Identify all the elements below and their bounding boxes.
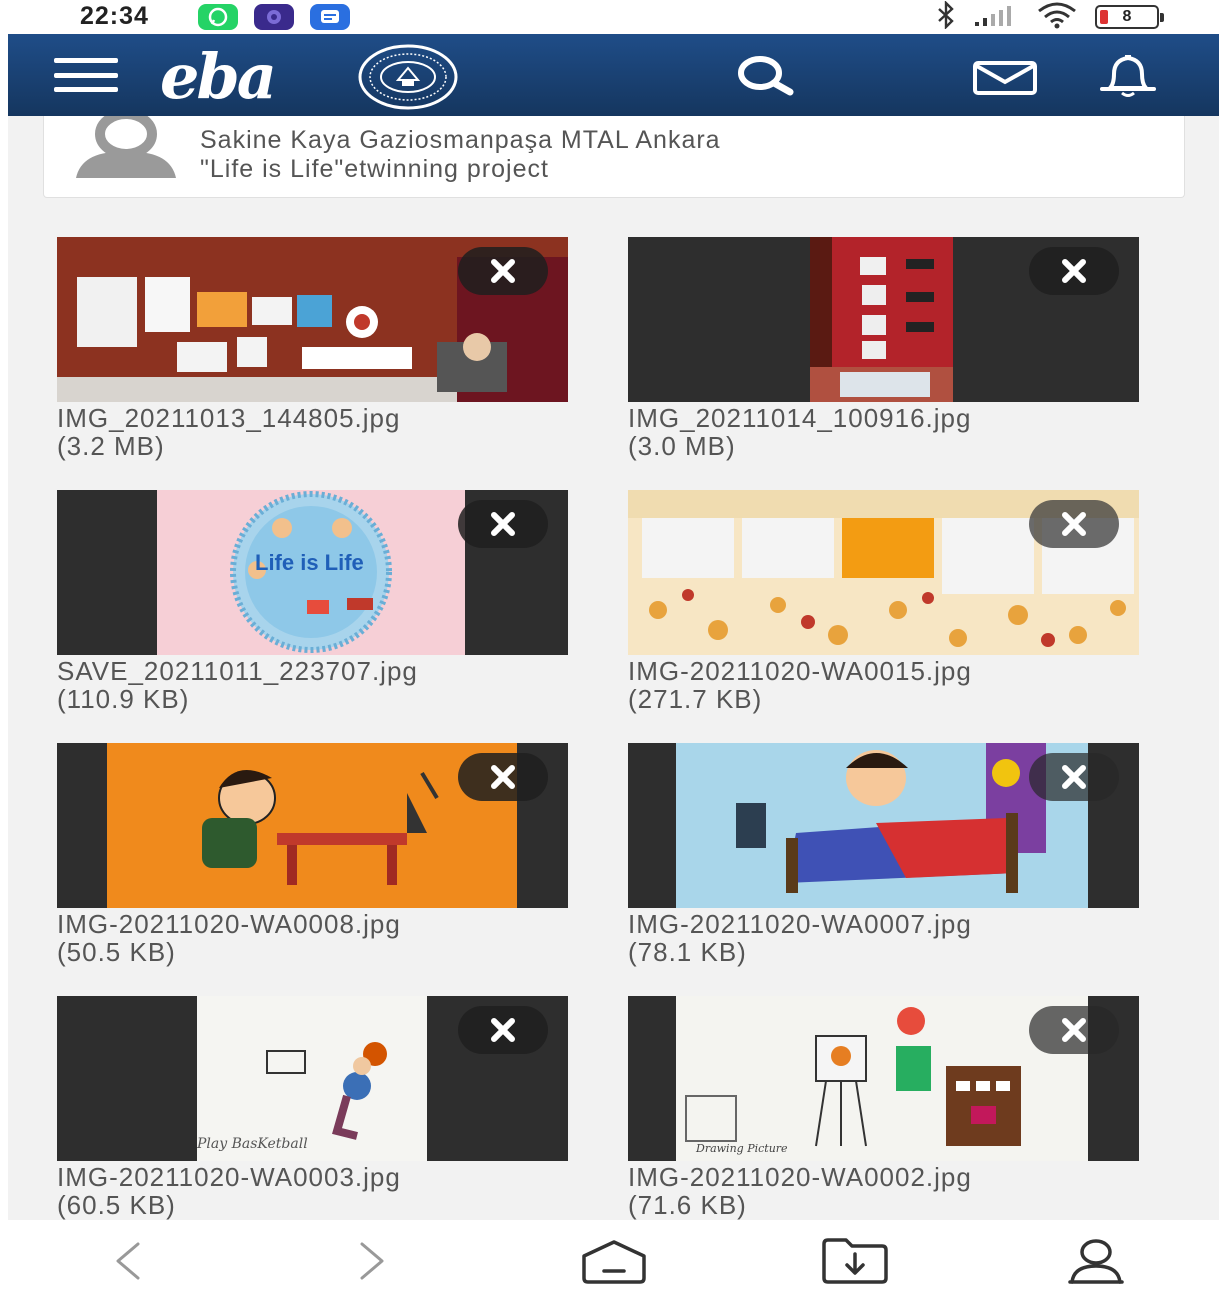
attachment-thumbnail[interactable] — [628, 490, 1139, 655]
status-bar: 22:34 8 — [0, 0, 1219, 34]
search-icon[interactable] — [734, 54, 796, 101]
close-icon — [491, 259, 515, 283]
close-icon — [491, 765, 515, 789]
remove-attachment-button[interactable] — [458, 753, 548, 801]
close-icon — [1062, 765, 1086, 789]
wifi-icon — [1035, 1, 1079, 34]
attachment-filename: IMG-20211020-WA0002.jpg — [628, 1162, 972, 1192]
profile-icon[interactable] — [1066, 1238, 1126, 1289]
attachment-size: (71.6 KB) — [628, 1190, 747, 1220]
attachment-tile[interactable]: IMG-20211020-WA0015.jpg (271.7 KB) — [628, 490, 1139, 713]
remove-attachment-button[interactable] — [1029, 247, 1119, 295]
avatar[interactable] — [72, 116, 180, 180]
whatsapp-icon — [198, 4, 238, 30]
eba-logo[interactable]: eba — [160, 40, 277, 113]
attachment-thumbnail[interactable]: Drawing Picture — [628, 996, 1139, 1161]
post-author-line: Sakine Kaya Gaziosmanpaşa MTAL Ankara — [200, 126, 721, 154]
downloads-icon[interactable] — [820, 1238, 890, 1289]
thumbnail-caption: Life is Life — [255, 550, 364, 575]
attachment-thumbnail[interactable]: Life is Life — [57, 490, 568, 655]
attachment-tile[interactable]: IMG-20211020-WA0008.jpg (50.5 KB) — [57, 743, 568, 966]
remove-attachment-button[interactable] — [458, 1006, 548, 1054]
close-icon — [1062, 1018, 1086, 1042]
close-icon — [1062, 259, 1086, 283]
attachment-thumbnail[interactable] — [628, 743, 1139, 908]
remove-attachment-button[interactable] — [1029, 753, 1119, 801]
thumbnail-caption: Drawing Picture — [696, 1142, 788, 1155]
attachment-thumbnail[interactable] — [57, 237, 568, 402]
attachment-size: (271.7 KB) — [628, 684, 763, 714]
attachment-size: (60.5 KB) — [57, 1190, 176, 1220]
mail-icon[interactable] — [972, 60, 1038, 101]
signal-icon — [973, 3, 1019, 32]
remove-attachment-button[interactable] — [458, 247, 548, 295]
attachment-size: (110.9 KB) — [57, 684, 190, 714]
remove-attachment-button[interactable] — [458, 500, 548, 548]
status-time: 22:34 — [80, 2, 149, 30]
app-header: eba — [8, 34, 1219, 116]
attachment-tile[interactable]: IMG_20211013_144805.jpg (3.2 MB) — [57, 237, 568, 460]
menu-icon[interactable] — [54, 58, 118, 92]
back-icon[interactable] — [108, 1238, 148, 1289]
bell-icon[interactable] — [1098, 52, 1158, 103]
attachment-filename: IMG_20211013_144805.jpg — [57, 403, 401, 433]
attachment-tile[interactable]: IMG_20211014_100916.jpg (3.0 MB) — [628, 237, 1139, 460]
app-icon — [254, 4, 294, 30]
bluetooth-icon — [935, 0, 957, 34]
forward-icon[interactable] — [352, 1238, 392, 1289]
attachment-filename: SAVE_20211011_223707.jpg — [57, 656, 418, 686]
attachment-size: (3.0 MB) — [628, 431, 736, 461]
attachment-tile[interactable]: Drawing Picture IMG-20211020-WA0002.jpg … — [628, 996, 1139, 1219]
browser-bottom-nav — [0, 1220, 1219, 1304]
remove-attachment-button[interactable] — [1029, 1006, 1119, 1054]
close-icon — [491, 1018, 515, 1042]
remove-attachment-button[interactable] — [1029, 500, 1119, 548]
attachment-tile[interactable]: IMG-20211020-WA0007.jpg (78.1 KB) — [628, 743, 1139, 966]
ministry-seal-icon — [358, 44, 458, 110]
attachment-filename: IMG-20211020-WA0003.jpg — [57, 1162, 401, 1192]
attachment-filename: IMG_20211014_100916.jpg — [628, 403, 972, 433]
close-icon — [491, 512, 515, 536]
battery-icon: 8 — [1095, 5, 1164, 29]
attachment-thumbnail[interactable] — [628, 237, 1139, 402]
attachment-tile[interactable]: Life is Life SAVE_20211011_223707.jpg (1… — [57, 490, 568, 713]
attachment-filename: IMG-20211020-WA0007.jpg — [628, 909, 972, 939]
close-icon — [1062, 512, 1086, 536]
attachment-tile[interactable]: Play BasKetball IMG-20211020-WA0003.jpg … — [57, 996, 568, 1219]
messages-icon — [310, 4, 350, 30]
attachment-size: (78.1 KB) — [628, 937, 747, 967]
attachment-thumbnail[interactable]: Play BasKetball — [57, 996, 568, 1161]
attachment-filename: IMG-20211020-WA0015.jpg — [628, 656, 972, 686]
thumbnail-caption: Play BasKetball — [197, 1136, 308, 1152]
attachment-size: (3.2 MB) — [57, 431, 165, 461]
attachment-size: (50.5 KB) — [57, 937, 176, 967]
attachment-thumbnail[interactable] — [57, 743, 568, 908]
post-header-card: Sakine Kaya Gaziosmanpaşa MTAL Ankara "L… — [43, 116, 1185, 198]
attachment-filename: IMG-20211020-WA0008.jpg — [57, 909, 401, 939]
post-content: Sakine Kaya Gaziosmanpaşa MTAL Ankara "L… — [8, 116, 1219, 1220]
post-title-line: "Life is Life"etwinning project — [200, 155, 549, 183]
home-icon[interactable] — [580, 1238, 648, 1289]
